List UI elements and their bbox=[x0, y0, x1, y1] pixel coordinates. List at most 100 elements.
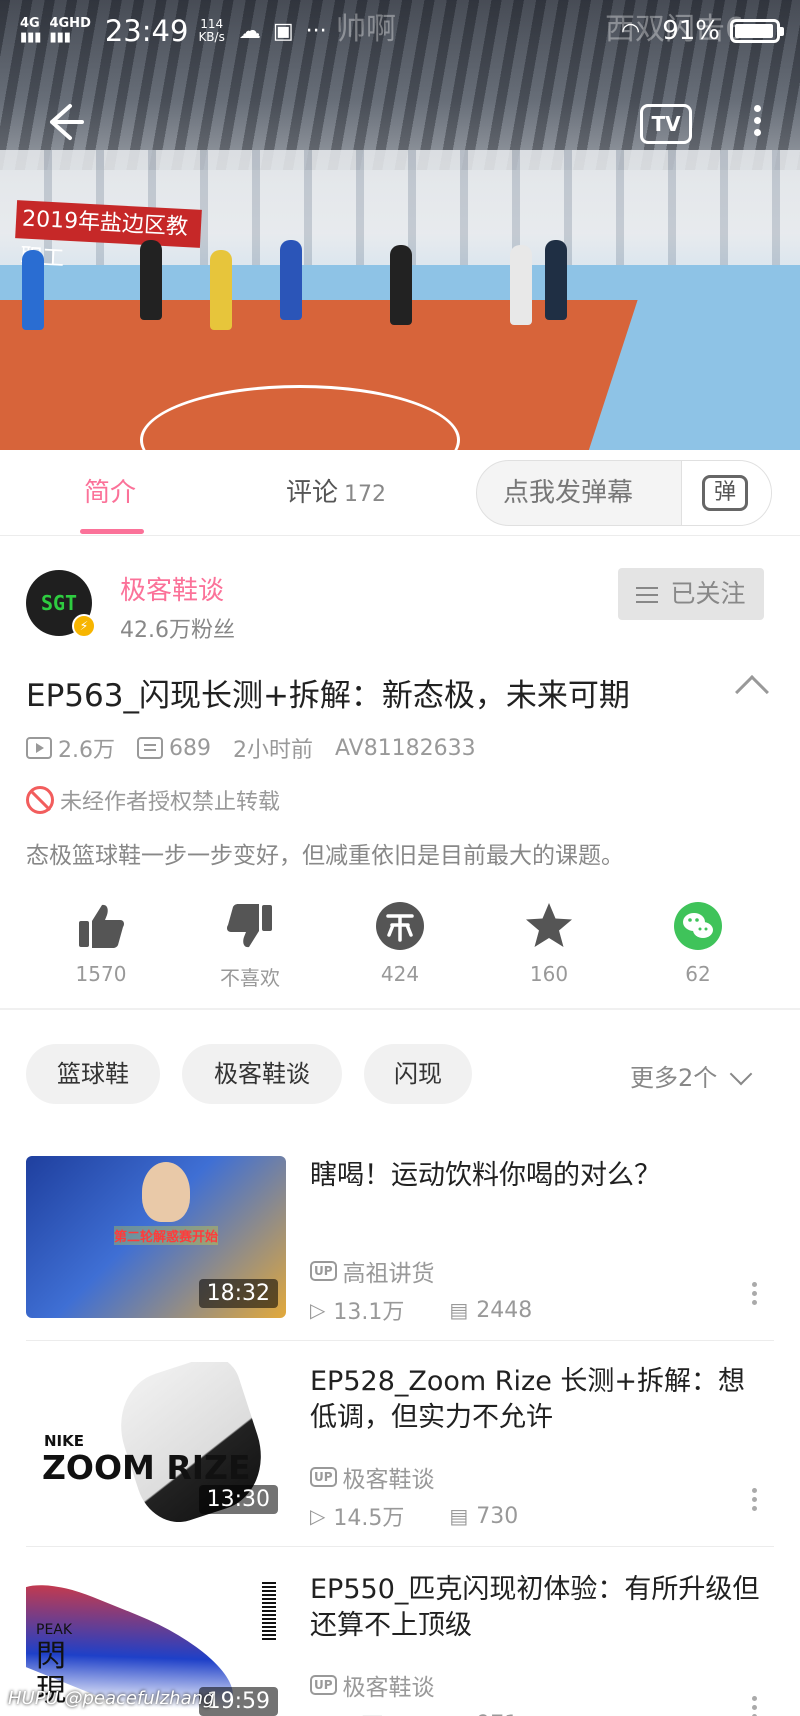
coin-button[interactable]: 424 bbox=[340, 896, 460, 986]
uploader-fans: 42.6万粉丝 bbox=[120, 618, 235, 643]
share-wechat-button[interactable]: 62 bbox=[638, 896, 758, 986]
tab-intro[interactable]: 简介 bbox=[80, 450, 144, 536]
danmaku-icon: 弹 bbox=[702, 475, 748, 511]
avatar[interactable]: SGT ⚡ bbox=[26, 570, 96, 638]
tag-chip[interactable]: 极客鞋谈 bbox=[182, 1044, 342, 1104]
section-divider bbox=[0, 1008, 800, 1010]
uploader-name[interactable]: 极客鞋谈 bbox=[120, 570, 224, 607]
danmaku-toggle-button[interactable]: 弹 bbox=[681, 461, 771, 525]
favorite-count: 160 bbox=[529, 962, 569, 986]
signal-4g: 4G ▮▮▮ bbox=[20, 16, 42, 45]
recommendation-danmaku: 2448 bbox=[476, 1297, 533, 1323]
tag-chip[interactable]: 闪现 bbox=[364, 1044, 472, 1104]
item-more-button[interactable] bbox=[748, 1484, 760, 1515]
recommendation-stats: ▷ 14.5万 ▤ 730 bbox=[310, 1500, 518, 1532]
video-description: 态极篮球鞋一步一步变好，但减重依旧是目前最大的课题。 bbox=[26, 843, 624, 869]
item-more-button[interactable] bbox=[748, 1692, 760, 1716]
more-options-button[interactable] bbox=[742, 100, 772, 148]
network-speed: 114 KB/s bbox=[198, 17, 225, 44]
coin-icon bbox=[376, 902, 424, 950]
recommendation-title[interactable]: EP550_匹克闪现初体验：有所升级但还算不上顶级 bbox=[310, 1572, 770, 1644]
recommendation-views: 10万 bbox=[333, 1708, 449, 1716]
thumbnail-caption: 第二轮解惑赛开始 bbox=[114, 1226, 219, 1245]
play-count-icon: ▷ bbox=[310, 1298, 326, 1322]
danmaku-count-icon: ▤ bbox=[449, 1504, 469, 1528]
more-tags-label: 更多2个 bbox=[630, 1064, 718, 1092]
like-button[interactable]: 1570 bbox=[41, 896, 161, 986]
recommendation-danmaku: 730 bbox=[476, 1503, 519, 1529]
recommendation-uploader-name: 极客鞋谈 bbox=[342, 1467, 435, 1493]
video-player-figure bbox=[22, 250, 44, 330]
danmaku-placeholder: 点我发弹幕 bbox=[503, 478, 634, 508]
dislike-button[interactable]: 不喜欢 bbox=[190, 896, 310, 991]
up-badge-icon: UP bbox=[310, 1261, 337, 1281]
recommendation-views: 14.5万 bbox=[333, 1506, 405, 1531]
more-notifications-icon: ··· bbox=[305, 18, 327, 44]
tab-active-indicator bbox=[80, 529, 144, 534]
danmaku-count-icon: ▤ bbox=[449, 1298, 469, 1322]
chevron-up-icon[interactable] bbox=[735, 675, 769, 709]
more-tags-button[interactable]: 更多2个 bbox=[630, 1058, 753, 1093]
recommendation-uploader-name: 极客鞋谈 bbox=[342, 1675, 435, 1701]
danmaku-count-icon: ▤ bbox=[449, 1712, 468, 1716]
recommendation-title[interactable]: EP528_Zoom Rize 长测+拆解：想低调，但实力不允许 bbox=[310, 1364, 770, 1436]
list-divider bbox=[26, 1546, 774, 1547]
thumbnail-person bbox=[142, 1162, 190, 1222]
danmaku-count-icon bbox=[137, 737, 163, 759]
view-count: 2.6万 bbox=[58, 738, 115, 763]
video-meta: 2.6万 689 2小时前 AV81182633 bbox=[26, 732, 476, 764]
list-item[interactable]: 第二轮解惑赛开始 18:32 瞎喝！运动饮料你喝的对么？ UP 高祖讲货 ▷ 13.… bbox=[0, 1156, 800, 1362]
list-item[interactable]: NIKE ZOOM RIZE 13:30 EP528_Zoom Rize 长测+… bbox=[0, 1362, 800, 1568]
video-player-figure bbox=[140, 240, 162, 320]
avatar-logo-text: SGT bbox=[40, 591, 78, 615]
share-count: 62 bbox=[685, 962, 711, 986]
video-thumbnail[interactable]: 第二轮解惑赛开始 18:32 bbox=[26, 1156, 286, 1318]
play-count-icon: ▷ bbox=[310, 1504, 326, 1528]
recommendation-title[interactable]: 瞎喝！运动饮料你喝的对么？ bbox=[310, 1158, 770, 1194]
follow-button[interactable]: 已关注 bbox=[618, 568, 764, 620]
up-badge-icon: UP bbox=[310, 1675, 337, 1695]
cloud-icon: ☁ bbox=[238, 18, 261, 44]
app-notification-icon: ▣ bbox=[272, 18, 294, 44]
status-time: 23:49 bbox=[104, 14, 189, 48]
thumbnail-caption: ZOOM RIZE bbox=[42, 1448, 251, 1487]
back-button[interactable] bbox=[36, 96, 88, 148]
overlay-text-left: 帅啊 bbox=[336, 12, 396, 47]
danmaku-count: 689 bbox=[169, 735, 211, 761]
star-icon bbox=[526, 903, 572, 947]
menu-lines-icon bbox=[636, 582, 659, 608]
up-badge-icon: UP bbox=[310, 1467, 337, 1487]
play-count-icon: ▷ bbox=[310, 1712, 325, 1716]
thumbs-down-icon bbox=[227, 904, 272, 948]
recommendation-views: 13.1万 bbox=[333, 1300, 405, 1325]
video-player-figure bbox=[545, 240, 567, 320]
video-player-figure bbox=[280, 240, 302, 320]
recommendation-stats: ▷ 10万 ▤ 971 bbox=[310, 1708, 518, 1716]
av-id: AV81182633 bbox=[335, 735, 476, 761]
recommendation-danmaku: 971 bbox=[476, 1712, 518, 1716]
video-duration: 18:32 bbox=[198, 1279, 278, 1308]
video-player[interactable]: 2019年盐边区教职工 bbox=[0, 0, 800, 450]
arrow-left-icon bbox=[50, 104, 84, 140]
wechat-icon bbox=[674, 902, 722, 950]
coin-count: 424 bbox=[380, 962, 420, 986]
cast-tv-button[interactable]: TV bbox=[640, 104, 692, 144]
video-thumbnail[interactable]: NIKE ZOOM RIZE 13:30 bbox=[26, 1362, 286, 1524]
recommendation-uploader-name: 高祖讲货 bbox=[342, 1261, 435, 1287]
tv-icon: TV bbox=[651, 112, 681, 136]
video-player-figure bbox=[510, 245, 532, 325]
play-count-icon bbox=[26, 737, 52, 759]
recommendation-uploader: UP 极客鞋谈 bbox=[310, 1668, 435, 1702]
follow-label: 已关注 bbox=[670, 579, 746, 608]
verified-lightning-icon: ⚡ bbox=[72, 614, 96, 638]
copyright-text: 未经作者授权禁止转载 bbox=[60, 790, 281, 815]
favorite-button[interactable]: 160 bbox=[489, 896, 609, 986]
dislike-label: 不喜欢 bbox=[220, 966, 280, 990]
tab-intro-label: 简介 bbox=[84, 478, 137, 508]
video-title: EP563_闪现长测+拆解：新态极，未来可期 bbox=[26, 678, 630, 714]
tag-chip[interactable]: 篮球鞋 bbox=[26, 1044, 160, 1104]
tab-comments[interactable]: 评论 172 bbox=[286, 450, 386, 536]
item-more-button[interactable] bbox=[748, 1278, 760, 1309]
danmaku-input[interactable]: 点我发弹幕 弹 bbox=[476, 460, 772, 526]
video-duration: 13:30 bbox=[198, 1485, 278, 1514]
